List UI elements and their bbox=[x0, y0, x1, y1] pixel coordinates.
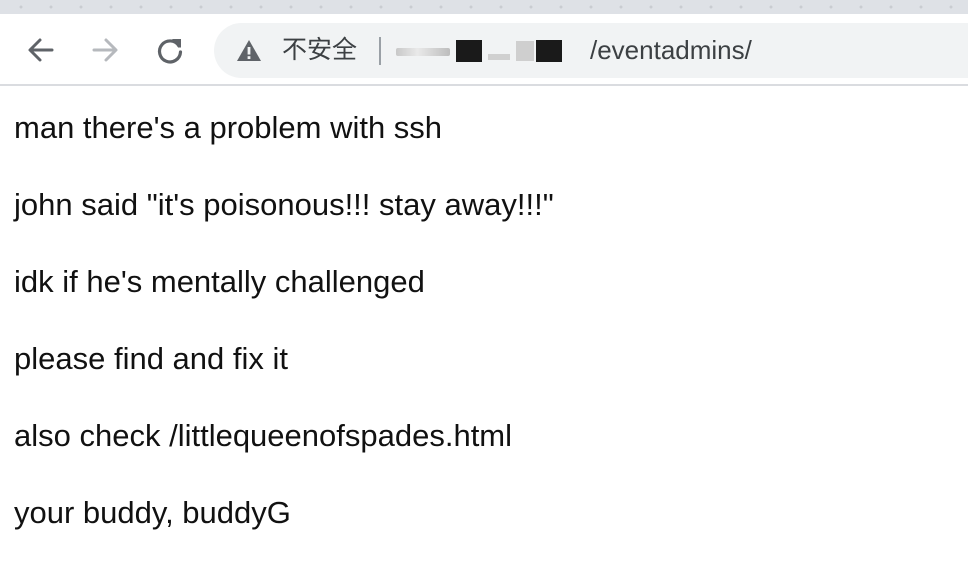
message-line: also check /littlequeenofspades.html bbox=[14, 418, 513, 453]
tab-strip bbox=[0, 0, 968, 14]
message-line: john said "it's poisonous!!! stay away!!… bbox=[14, 187, 554, 222]
address-bar[interactable]: 不安全 /eventadmins/ bbox=[214, 23, 968, 78]
arrow-right-icon bbox=[92, 38, 118, 62]
arrow-left-icon bbox=[28, 38, 54, 62]
reload-icon bbox=[157, 39, 183, 64]
url-path[interactable]: /eventadmins/ bbox=[590, 35, 752, 65]
message-line: please find and fix it bbox=[14, 341, 289, 376]
warning-triangle-icon[interactable] bbox=[236, 39, 262, 63]
message-line: man there's a problem with ssh bbox=[14, 110, 443, 145]
url-host-redacted bbox=[396, 36, 562, 66]
security-status-label[interactable]: 不安全 bbox=[282, 35, 357, 65]
reload-button[interactable] bbox=[151, 31, 189, 69]
message-line: your buddy, buddyG bbox=[14, 495, 291, 530]
omnibox-divider bbox=[379, 37, 381, 65]
back-button[interactable] bbox=[22, 31, 60, 69]
message-line: idk if he's mentally challenged bbox=[14, 264, 425, 299]
forward-button[interactable] bbox=[86, 31, 124, 69]
page-content: man there's a problem with ssh john said… bbox=[14, 110, 954, 572]
browser-toolbar: 不安全 /eventadmins/ bbox=[0, 14, 968, 86]
